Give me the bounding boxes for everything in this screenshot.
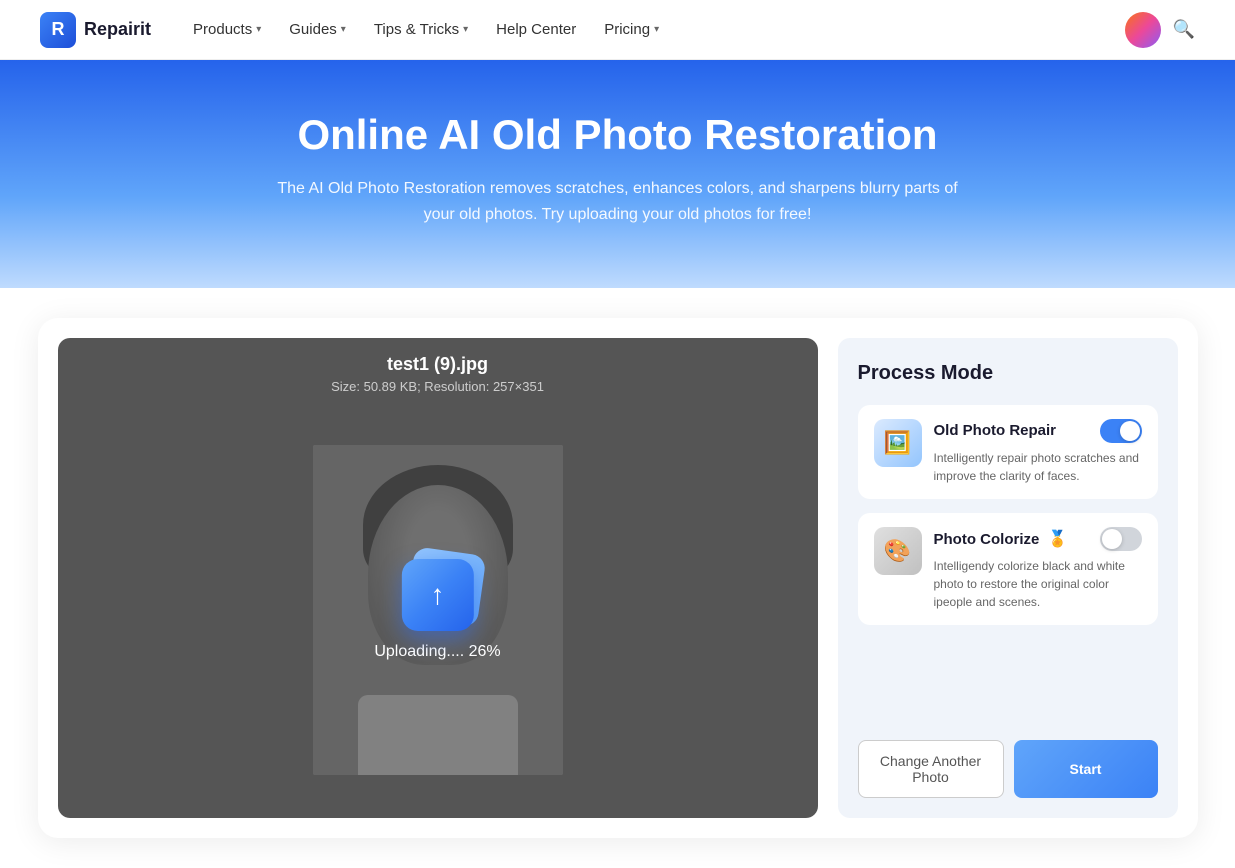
upload-arrow-icon: ↑ xyxy=(431,579,445,611)
change-another-photo-button[interactable]: Change Another Photo xyxy=(858,740,1004,798)
toggle-knob-colorize xyxy=(1102,529,1122,549)
sidebar: Process Mode 🖼️ Old Photo Repair Intelli… xyxy=(838,338,1178,818)
mode-header-colorize: Photo Colorize 🏅 xyxy=(934,527,1142,551)
cube-3d: ↑ xyxy=(402,559,474,631)
mode-name-repair: Old Photo Repair xyxy=(934,422,1057,439)
navbar: R Repairit Products ▾ Guides ▾ Tips & Tr… xyxy=(0,0,1235,60)
mode-badge-colorize: 🏅 xyxy=(1048,531,1068,548)
mode-name-colorize: Photo Colorize 🏅 xyxy=(934,529,1068,549)
avatar[interactable] xyxy=(1125,12,1161,48)
chevron-down-icon: ▾ xyxy=(654,24,659,35)
nav-item-help-center[interactable]: Help Center xyxy=(484,13,588,46)
mode-icon-colorize: 🎨 xyxy=(874,527,922,575)
logo-icon: R xyxy=(40,12,76,48)
hero-title: Online AI Old Photo Restoration xyxy=(20,110,1215,160)
nav-item-tips-tricks[interactable]: Tips & Tricks ▾ xyxy=(362,13,480,46)
nav-item-products[interactable]: Products ▾ xyxy=(181,13,273,46)
upload-filename: test1 (9).jpg xyxy=(78,354,798,375)
upload-progress-overlay: ↑ Uploading.... 26% xyxy=(374,559,500,661)
toggle-repair[interactable] xyxy=(1100,419,1142,443)
nav-right: 🔍 xyxy=(1125,12,1195,48)
nav-item-guides[interactable]: Guides ▾ xyxy=(277,13,358,46)
mode-content-colorize: Photo Colorize 🏅 Intelligendy colorize b… xyxy=(934,527,1142,611)
mode-desc-repair: Intelligently repair photo scratches and… xyxy=(934,449,1142,485)
mode-card-repair: 🖼️ Old Photo Repair Intelligently repair… xyxy=(858,405,1158,499)
sidebar-buttons: Change Another Photo Start xyxy=(858,720,1158,798)
process-mode-title: Process Mode xyxy=(858,362,1158,385)
nav-items: Products ▾ Guides ▾ Tips & Tricks ▾ Help… xyxy=(181,13,1125,46)
start-button[interactable]: Start xyxy=(1014,740,1158,798)
mode-desc-colorize: Intelligendy colorize black and white ph… xyxy=(934,557,1142,611)
upload-area: test1 (9).jpg Size: 50.89 KB; Resolution… xyxy=(58,338,818,818)
mode-card-colorize: 🎨 Photo Colorize 🏅 Intelligendy colorize… xyxy=(858,513,1158,625)
chevron-down-icon: ▾ xyxy=(463,24,468,35)
nav-item-pricing[interactable]: Pricing ▾ xyxy=(592,13,671,46)
upload-header: test1 (9).jpg Size: 50.89 KB; Resolution… xyxy=(58,338,818,402)
logo[interactable]: R Repairit xyxy=(40,12,151,48)
toggle-knob-repair xyxy=(1120,421,1140,441)
chevron-down-icon: ▾ xyxy=(341,24,346,35)
upload-meta: Size: 50.89 KB; Resolution: 257×351 xyxy=(78,379,798,394)
search-icon[interactable]: 🔍 xyxy=(1173,19,1195,40)
hero-section: Online AI Old Photo Restoration The AI O… xyxy=(0,60,1235,288)
chevron-down-icon: ▾ xyxy=(256,24,261,35)
hero-subtitle: The AI Old Photo Restoration removes scr… xyxy=(268,176,968,227)
logo-text: Repairit xyxy=(84,19,151,40)
upload-progress-text: Uploading.... 26% xyxy=(374,643,500,661)
upload-cube-icon: ↑ xyxy=(402,559,474,631)
toggle-colorize[interactable] xyxy=(1100,527,1142,551)
mode-icon-repair: 🖼️ xyxy=(874,419,922,467)
mode-content-repair: Old Photo Repair Intelligently repair ph… xyxy=(934,419,1142,485)
upload-image-container: ↑ Uploading.... 26% xyxy=(58,402,818,818)
main-card: test1 (9).jpg Size: 50.89 KB; Resolution… xyxy=(38,318,1198,838)
mode-header-repair: Old Photo Repair xyxy=(934,419,1142,443)
